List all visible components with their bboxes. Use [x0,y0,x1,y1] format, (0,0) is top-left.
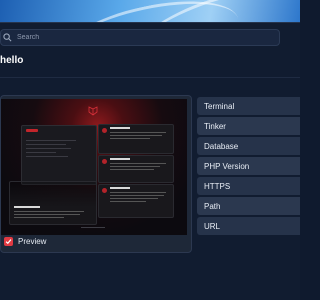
thumbnail-line [26,144,66,145]
page-title: hello [0,55,24,66]
thumbnail-card-line [110,163,166,164]
menu-item-tinker[interactable]: Tinker [197,117,300,135]
thumbnail-card-line [14,217,64,218]
menu-item-url[interactable]: URL [197,217,300,235]
thumbnail-card-icon [102,188,107,193]
menu-item-php-version[interactable]: PHP Version [197,157,300,175]
app-window: hello [0,22,300,300]
thumbnail-card-line [110,198,158,199]
thumbnail-card-line [14,214,80,215]
laravel-logo-icon [88,106,98,116]
thumbnail-line [26,140,76,141]
search-input[interactable] [17,34,257,41]
thumbnail-card-title [110,187,130,189]
thumbnail-card-line [110,132,166,133]
thumbnail-card-line [110,138,150,139]
thumbnail-window [21,125,97,185]
thumbnail-line [26,152,56,153]
thumbnail-card-line [110,135,162,136]
menu-item-database[interactable]: Database [197,137,300,155]
thumbnail-card-line [110,169,154,170]
thumbnail-card-title [110,127,130,129]
preview-checkbox[interactable] [4,237,13,246]
thumbnail-card [98,184,174,218]
search-bar[interactable] [0,29,280,46]
thumbnail-card-line [110,166,160,167]
thumbnail-card [98,155,174,183]
check-icon [5,239,12,245]
thumbnail-docs-card [9,181,97,225]
search-icon [1,32,13,44]
thumbnail-card-title [14,206,40,208]
thumbnail-card-line [110,201,146,202]
thumbnail-card-title [110,158,130,160]
menu-item-path[interactable]: Path [197,197,300,215]
thumbnail-card-line [110,192,166,193]
preview-toggle[interactable]: Preview [4,237,46,246]
desktop: hello [0,0,300,300]
thumbnail-card-icon [102,128,107,133]
menu-item-https[interactable]: HTTPS [197,177,300,195]
preview-thumbnail[interactable] [1,99,187,235]
thumbnail-card [98,124,174,154]
thumbnail-card-icon [102,159,107,164]
menu-item-terminal[interactable]: Terminal [197,97,300,115]
action-menu: Terminal Tinker Database PHP Version HTT… [197,97,300,237]
thumbnail-line [26,148,71,149]
thumbnail-card-line [14,211,84,212]
divider [0,77,300,78]
thumbnail-card-line [110,195,164,196]
thumbnail-logo [26,129,38,132]
preview-label: Preview [18,237,47,246]
thumbnail-footer [81,227,105,228]
preview-card: Preview [0,95,192,253]
thumbnail-line [26,156,68,157]
